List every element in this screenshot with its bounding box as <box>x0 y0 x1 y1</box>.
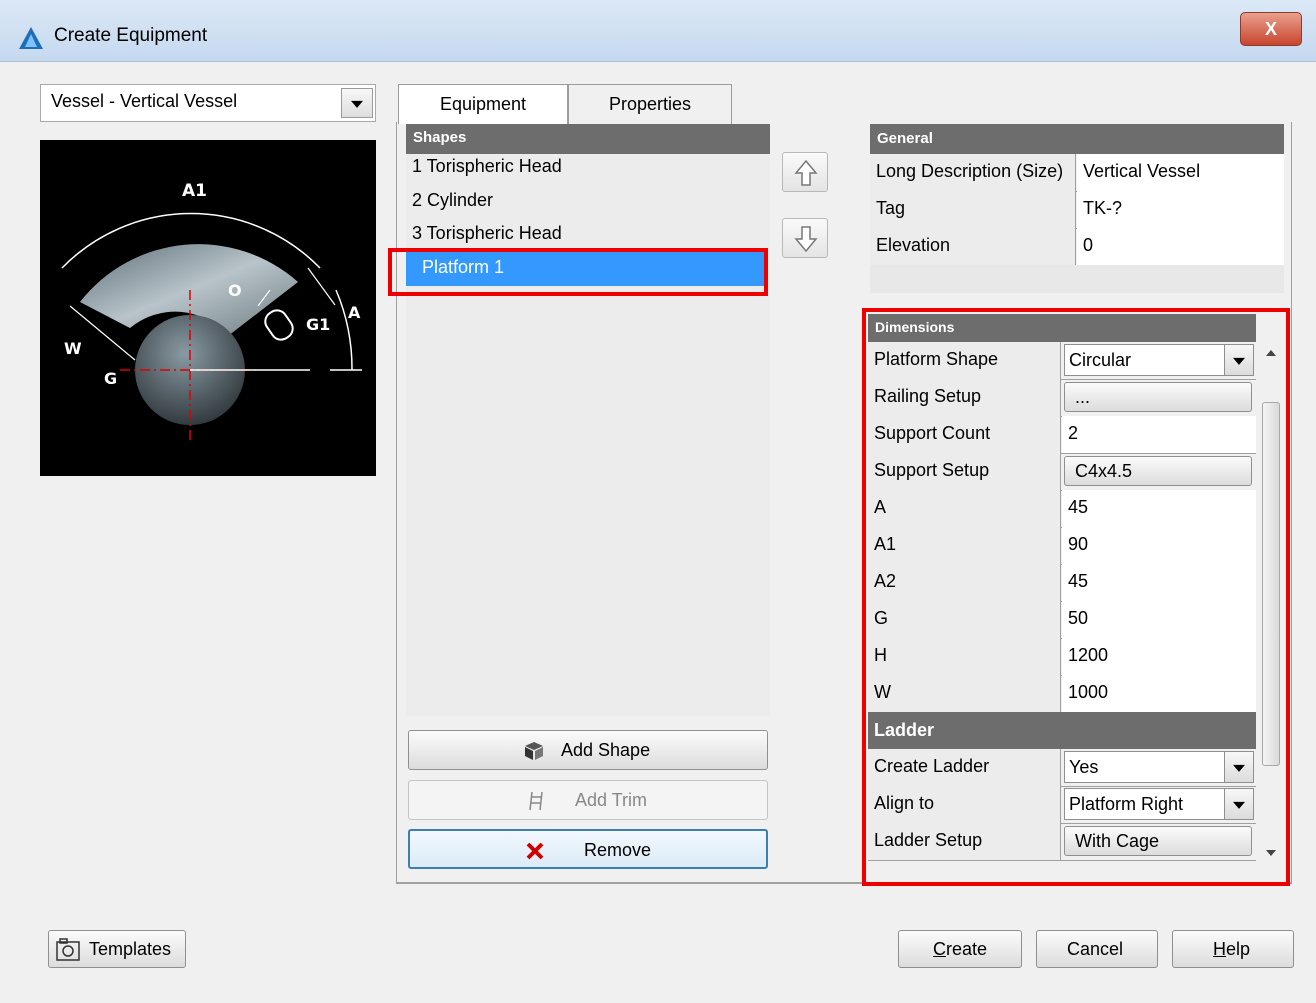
cancel-button[interactable]: Cancel <box>1036 930 1158 968</box>
help-button[interactable]: Help <box>1172 930 1294 968</box>
general-row-long-description: Long Description (Size) Vertical Vessel <box>870 154 1284 192</box>
templates-button[interactable]: Templates <box>48 930 186 968</box>
add-trim-label: Add Trim <box>575 790 648 810</box>
list-item[interactable]: 3 Torispheric Head <box>412 223 562 244</box>
list-item[interactable]: 2 Cylinder <box>412 190 493 211</box>
chevron-down-icon[interactable] <box>341 88 373 118</box>
cube-icon <box>525 742 543 760</box>
general-grid-blank <box>870 265 1284 293</box>
tag-field[interactable]: TK-? <box>1077 191 1284 228</box>
platform-preview-image: A1 O G1 A W G <box>40 140 376 476</box>
highlight-box-selected-shape <box>388 248 768 296</box>
preview-label-g1: G1 <box>306 315 330 334</box>
preview-label-a: A <box>348 303 361 322</box>
remove-x-icon <box>526 842 544 860</box>
preview-label-g: G <box>104 369 117 388</box>
general-row-elevation: Elevation 0 <box>870 228 1284 266</box>
shapes-header: Shapes <box>406 124 770 154</box>
equipment-type-select[interactable]: Vessel - Vertical Vessel <box>40 84 376 122</box>
equipment-type-value: Vessel - Vertical Vessel <box>51 91 238 111</box>
highlight-box-dimensions <box>862 308 1290 886</box>
create-button[interactable]: Create <box>898 930 1022 968</box>
elevation-field[interactable]: 0 <box>1077 228 1284 265</box>
app-logo-icon <box>18 26 44 50</box>
remove-button[interactable]: Remove <box>408 829 768 869</box>
templates-label: Templates <box>89 939 172 959</box>
camera-icon <box>56 938 80 961</box>
property-name: Elevation <box>870 228 1076 265</box>
close-button[interactable]: X <box>1240 12 1302 46</box>
list-item[interactable]: 1 Torispheric Head <box>412 156 562 177</box>
tab-properties[interactable]: Properties <box>568 84 732 124</box>
add-shape-button[interactable]: Add Shape <box>408 730 768 770</box>
shapes-list[interactable]: 1 Torispheric Head 2 Cylinder 3 Torisphe… <box>406 154 770 716</box>
add-trim-button[interactable]: Add Trim <box>408 780 768 820</box>
help-label: Help <box>1213 939 1251 959</box>
move-up-button[interactable] <box>782 152 828 192</box>
general-header: General <box>870 124 1284 154</box>
long-description-field[interactable]: Vertical Vessel <box>1077 154 1284 191</box>
arrow-down-icon <box>794 226 818 253</box>
window-title: Create Equipment <box>54 25 208 46</box>
preview-label-w: W <box>64 339 82 358</box>
ladder-icon <box>529 791 543 811</box>
create-label: Create <box>933 939 988 959</box>
arrow-up-icon <box>794 159 818 186</box>
cancel-label: Cancel <box>1067 939 1124 959</box>
move-down-button[interactable] <box>782 218 828 258</box>
preview-label-a1: A1 <box>182 181 207 201</box>
preview-label-o: O <box>228 281 242 300</box>
property-name: Tag <box>870 191 1076 228</box>
general-row-tag: Tag TK-? <box>870 191 1284 229</box>
add-shape-label: Add Shape <box>561 740 651 760</box>
property-name: Long Description (Size) <box>870 154 1076 191</box>
tab-equipment[interactable]: Equipment <box>398 84 568 124</box>
remove-label: Remove <box>584 840 652 860</box>
